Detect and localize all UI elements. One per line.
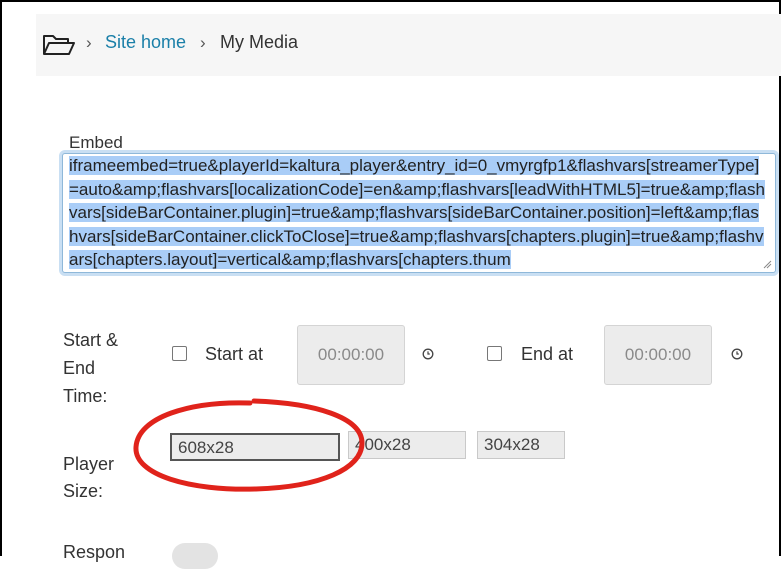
start-at-label: Start at (205, 344, 264, 364)
window-frame (0, 0, 781, 556)
resize-grip-icon[interactable] (763, 260, 772, 269)
breadcrumb: › Site home › My Media (36, 14, 781, 76)
player-size-option-304[interactable]: 304x28 (477, 431, 565, 459)
folder-icon[interactable] (42, 33, 76, 57)
player-size-option-400[interactable]: 400x28 (348, 431, 466, 459)
end-at-checkbox[interactable] (487, 346, 502, 361)
breadcrumb-current-page: My Media (220, 32, 299, 52)
end-clock-icon[interactable] (731, 348, 743, 360)
responsive-label: Respon (63, 542, 126, 562)
time-label-line1: Start & (63, 330, 119, 350)
embed-code-text[interactable]: iframeembed=true&playerId=kaltura_player… (69, 154, 767, 272)
embed-code-textarea[interactable]: iframeembed=true&playerId=kaltura_player… (62, 153, 776, 273)
breadcrumb-site-home-link[interactable]: Site home (105, 32, 186, 53)
player-size-label-line1: Player (63, 454, 115, 474)
end-at-label: End at (521, 344, 574, 364)
player-size-option-608[interactable]: 608x28 (170, 433, 340, 461)
end-time-input[interactable]: 00:00:00 (604, 325, 712, 385)
breadcrumb-separator: › (200, 33, 206, 52)
player-size-label-line2: Size: (63, 481, 104, 501)
breadcrumb-separator: › (86, 33, 92, 52)
start-at-checkbox[interactable] (172, 346, 187, 361)
time-label-line2: End (63, 358, 96, 378)
embed-code-selected-text[interactable]: iframeembed=true&playerId=kaltura_player… (69, 156, 765, 269)
time-label-line3: Time: (63, 386, 108, 406)
responsive-toggle[interactable] (172, 543, 218, 569)
embed-label: Embed (69, 133, 123, 152)
start-clock-icon[interactable] (422, 348, 434, 360)
start-time-input[interactable]: 00:00:00 (297, 325, 405, 385)
